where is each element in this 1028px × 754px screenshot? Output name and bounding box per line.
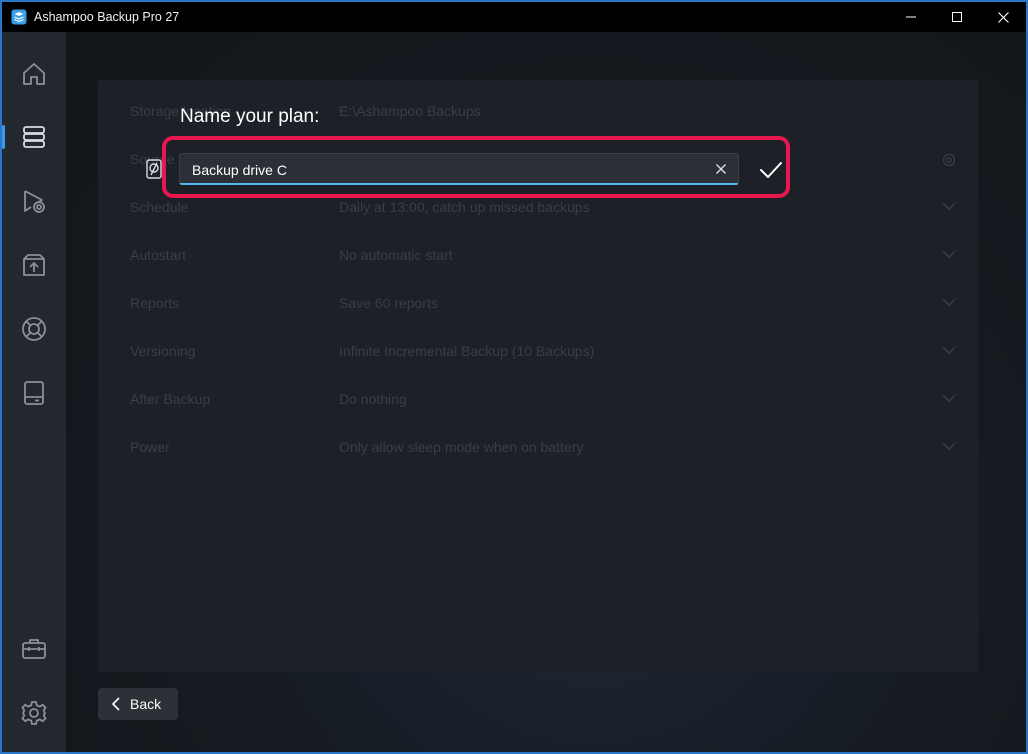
drive-icon [24, 381, 44, 405]
settings-row-autostart[interactable]: Autostart No automatic start [98, 232, 978, 280]
chevron-down-icon [942, 250, 956, 258]
back-button-label: Back [130, 696, 162, 712]
row-value: Infinite Incremental Backup (10 Backups) [339, 343, 595, 359]
settings-row-after-backup[interactable]: After Backup Do nothing [98, 376, 978, 424]
home-icon [23, 63, 45, 85]
maximize-button[interactable] [934, 2, 980, 32]
chevron-down-icon [942, 442, 956, 450]
window-title: Ashampoo Backup Pro 27 [34, 10, 180, 24]
sidebar-item-help[interactable] [2, 301, 66, 357]
help-lifebuoy-icon [22, 317, 46, 341]
title-bar: Ashampoo Backup Pro 27 [2, 2, 1026, 32]
settings-row-power[interactable]: Power Only allow sleep mode when on batt… [98, 424, 978, 472]
row-value: Save 60 reports [339, 295, 438, 311]
row-label: After Backup [130, 391, 211, 407]
row-value: Do nothing [339, 391, 407, 407]
window-controls [888, 2, 1026, 32]
row-value: No automatic start [339, 247, 453, 263]
checkmark-icon [760, 162, 782, 178]
toolbox-icon [22, 639, 46, 659]
sidebar-item-settings[interactable] [2, 685, 66, 741]
source-settings-gear-icon[interactable] [942, 153, 956, 167]
sidebar-item-home[interactable] [2, 46, 66, 102]
clear-input-icon[interactable] [714, 162, 728, 176]
plan-name-field[interactable] [179, 153, 739, 185]
row-label: Power [130, 439, 170, 455]
app-logo-icon [11, 9, 27, 25]
settings-row-reports[interactable]: Reports Save 60 reports [98, 280, 978, 328]
chevron-down-icon [942, 346, 956, 354]
settings-gear-icon [21, 701, 47, 725]
plan-name-input[interactable] [190, 154, 694, 185]
row-value: Daily at 13:00, catch up missed backups [339, 199, 590, 215]
row-label: Schedule [130, 199, 189, 215]
sidebar-item-backup-plans[interactable] [2, 109, 66, 165]
row-label: Versioning [130, 343, 196, 359]
back-button[interactable]: Back [98, 688, 178, 720]
chevron-down-icon [942, 298, 956, 306]
row-label: Reports [130, 295, 180, 311]
minimize-button[interactable] [888, 2, 934, 32]
chevron-down-icon [942, 202, 956, 210]
close-window-button[interactable] [980, 2, 1026, 32]
rescue-system-icon [23, 254, 45, 276]
main-content: Storage location E:\Ashampoo Backups Sou… [66, 32, 1026, 752]
restore-icon [24, 190, 45, 213]
row-label: Autostart [130, 247, 187, 263]
sidebar-item-rescue-system[interactable] [2, 237, 66, 293]
row-value: Only allow sleep mode when on battery [339, 439, 584, 455]
maximize-icon [952, 12, 962, 22]
close-icon [997, 11, 1009, 23]
sidebar-item-restore[interactable] [2, 173, 66, 229]
confirm-name-button[interactable] [756, 156, 786, 184]
chevron-left-icon [112, 697, 120, 711]
app-window: Ashampoo Backup Pro 27 Storage location … [0, 0, 1028, 754]
sidebar [2, 32, 66, 752]
name-plan-title: Name your plan: [180, 106, 320, 127]
settings-row-versioning[interactable]: Versioning Infinite Incremental Backup (… [98, 328, 978, 376]
chevron-down-icon [942, 394, 956, 402]
minimize-icon [906, 16, 916, 18]
row-value: E:\Ashampoo Backups [339, 103, 481, 119]
backup-plans-icon [23, 126, 45, 148]
plan-edit-icon [146, 159, 162, 179]
sidebar-item-tools[interactable] [2, 621, 66, 677]
sidebar-item-drives[interactable] [2, 365, 66, 421]
